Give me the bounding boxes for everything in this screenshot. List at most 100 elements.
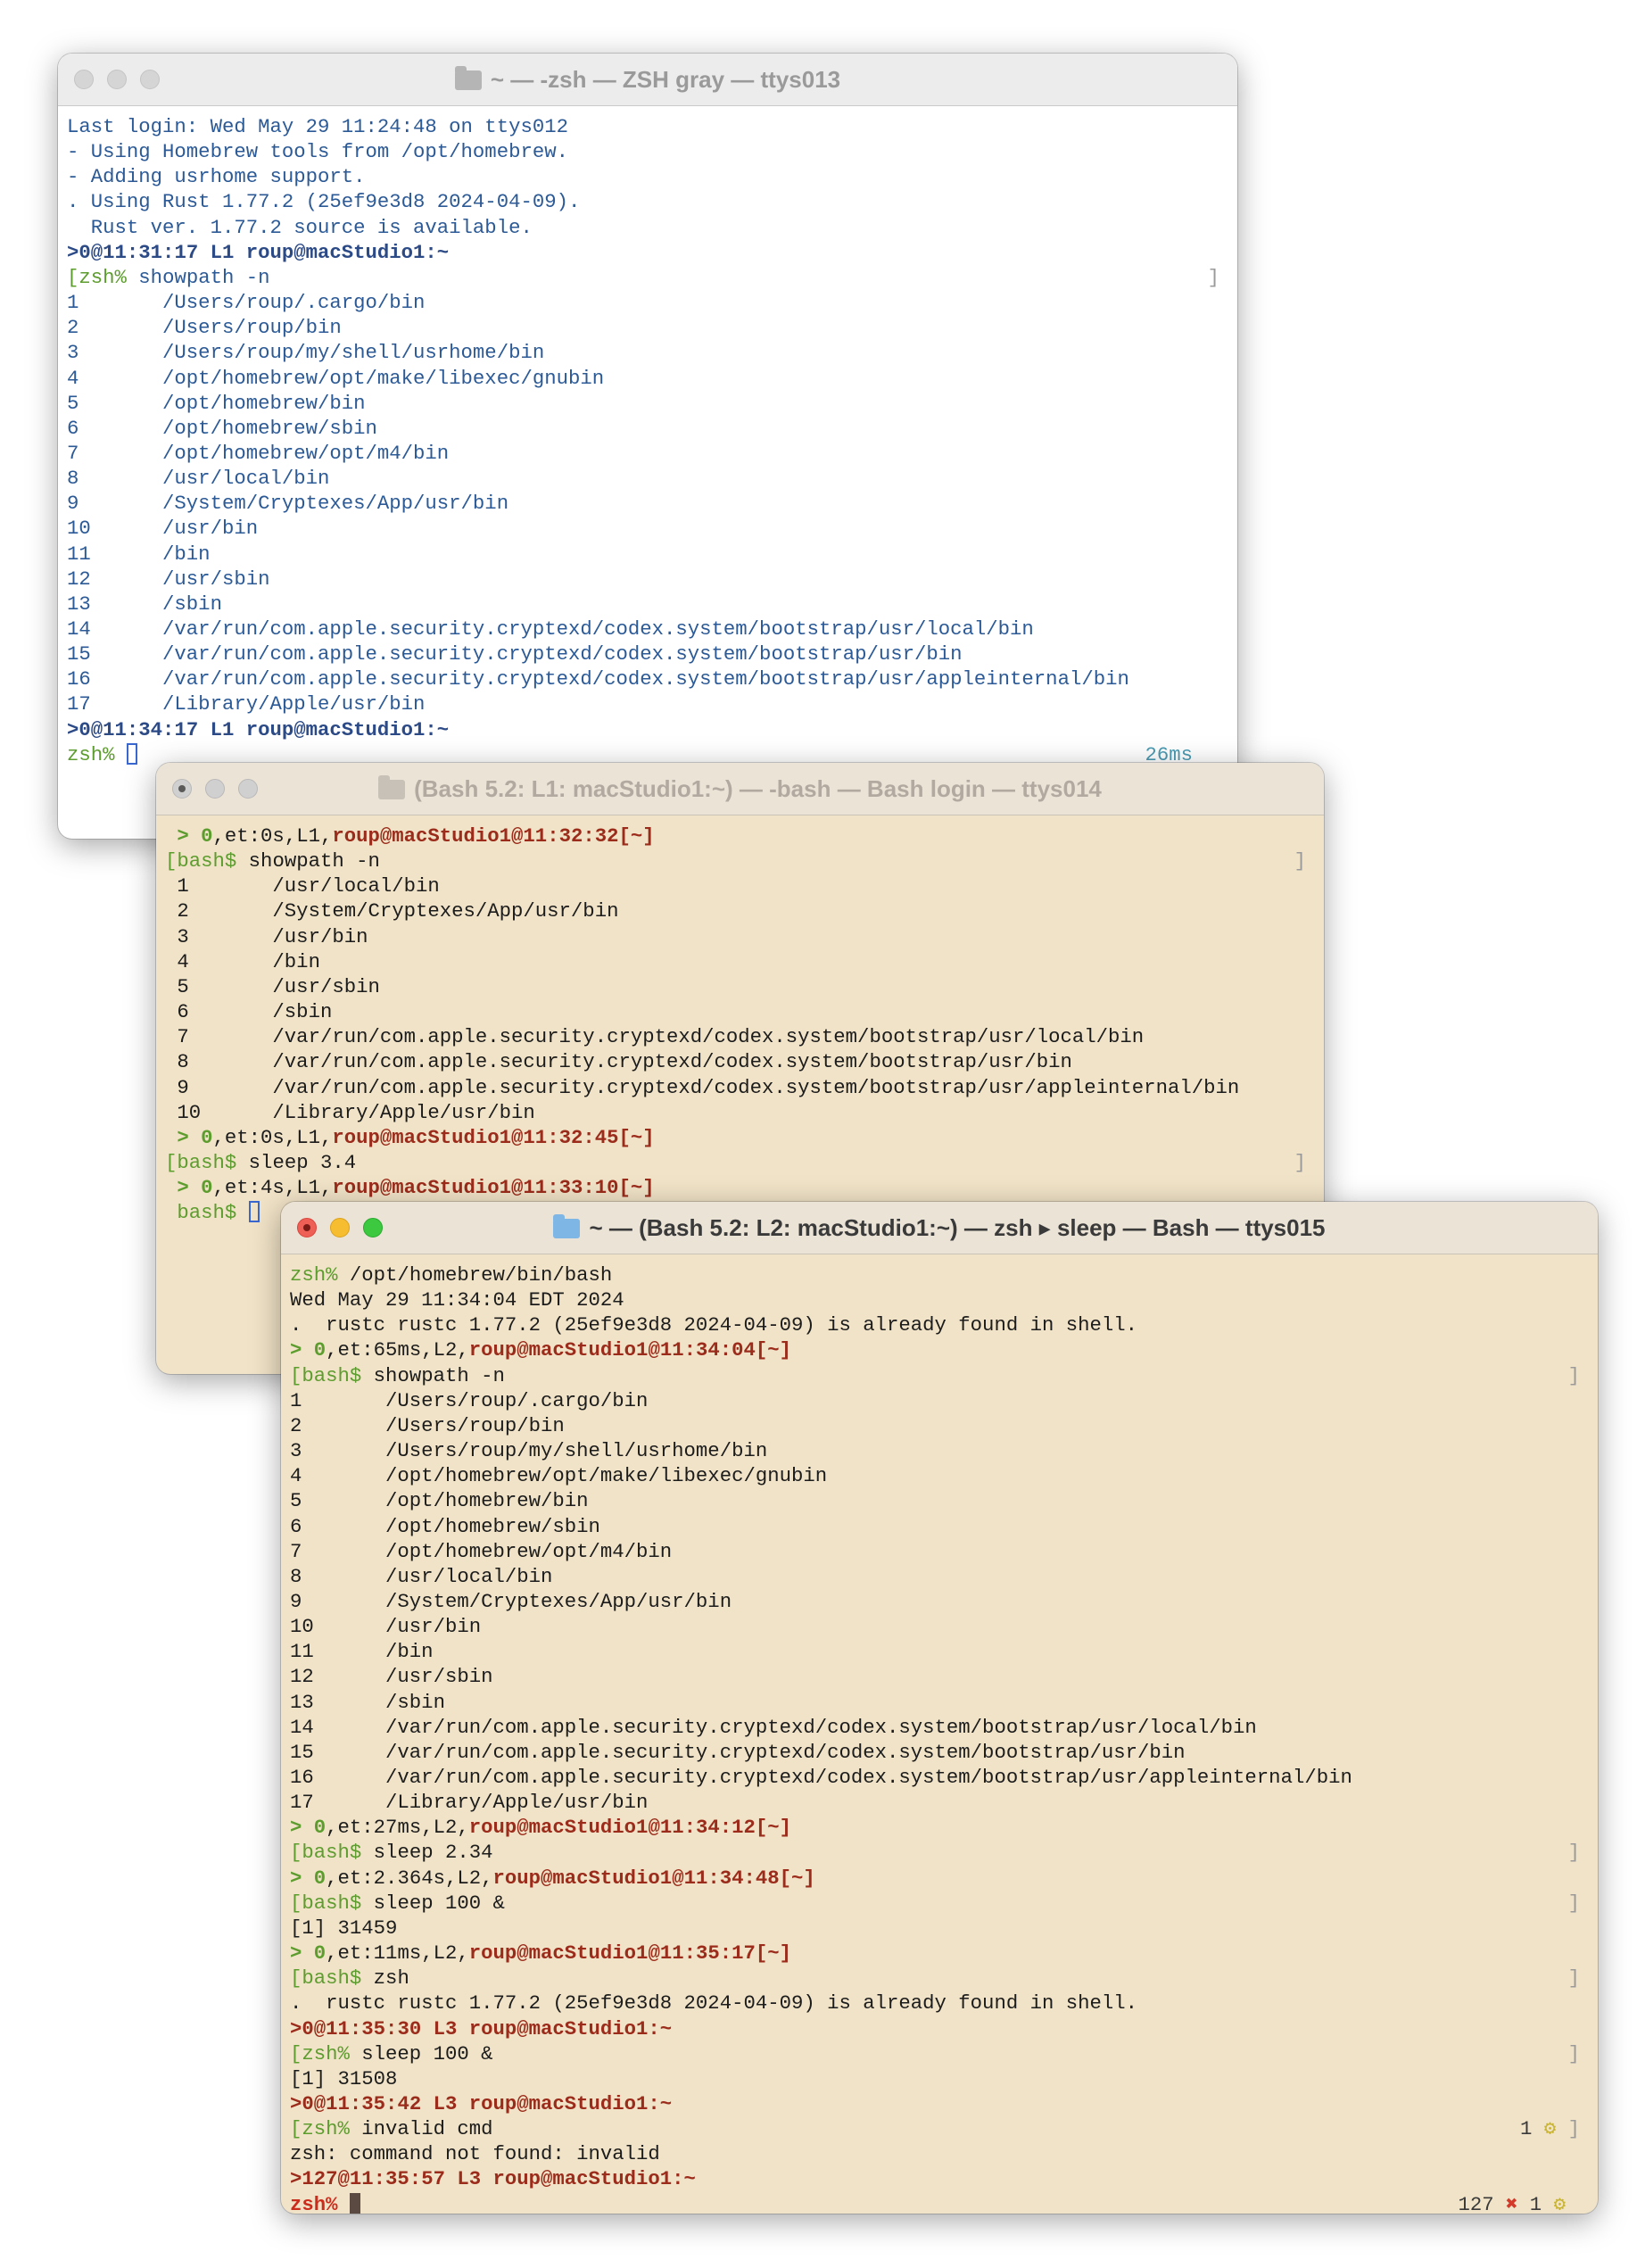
terminal-line: 2 /Users/roup/bin [290,1413,1589,1438]
terminal-text: ,et:27ms,L2, [326,1816,469,1840]
terminal-text: 11:35:42 L3 roup@macStudio1:~ [326,2091,673,2115]
terminal-line: 9 /System/Cryptexes/App/usr/bin [290,1589,1589,1614]
terminal-line: zsh: command not found: invalid [290,2141,1589,2166]
terminal-text: [bash$ [290,1841,362,1865]
terminal-text: ,et:2.364s,L2, [326,1866,493,1890]
terminal-text: invalid cmd [349,2117,493,2141]
terminal-line: . rustc rustc 1.77.2 (25ef9e3d8 2024-04-… [290,1312,1589,1337]
terminal-line: 10 /usr/bin [67,516,1228,541]
terminal-text: 5 /opt/homebrew/bin [67,391,366,415]
gear-icon: ⚙ [1553,2192,1566,2214]
terminal-text: zsh% [290,2192,338,2214]
terminal-text: Rust ver. 1.77.2 source is available. [67,215,533,239]
terminal-line: - Adding usrhome support. [67,164,1228,189]
window-title: ~ — (Bash 5.2: L2: macStudio1:~) — zsh ▸… [281,1202,1598,1254]
zsh-terminal-window[interactable]: ~ — -zsh — ZSH gray — ttys013 Last login… [58,54,1237,839]
terminal-text: 6 /sbin [165,1000,333,1024]
terminal-text: 8 /usr/local/bin [67,467,330,491]
terminal-text: roup@macStudio1@11:35:17[~] [468,1941,792,1966]
terminal-line: 10 /Library/Apple/usr/bin [165,1100,1315,1125]
terminal-line: Last login: Wed May 29 11:24:48 on ttys0… [67,114,1228,139]
terminal-text: 7 /var/run/com.apple.security.cryptexd/c… [165,1025,1145,1049]
terminal-line: 17 /Library/Apple/usr/bin [290,1790,1589,1815]
terminal-text: sleep 2.34 [361,1841,493,1865]
terminal-text: showpath -n [236,849,380,873]
terminal-line: 12 /usr/sbin [290,1664,1589,1689]
terminal-text: >0@ [67,717,103,741]
terminal-output[interactable]: Last login: Wed May 29 11:24:48 on ttys0… [58,105,1237,839]
terminal-line: 5 /usr/sbin [165,974,1315,999]
terminal-text: 13 /sbin [290,1690,445,1714]
terminal-line: [1] 31459 [290,1916,1589,1941]
terminal-line: . Using Rust 1.77.2 (25ef9e3d8 2024-04-0… [67,189,1228,214]
terminal-line: 14 /var/run/com.apple.security.cryptexd/… [290,1715,1589,1740]
terminal-text: 17 /Library/Apple/usr/bin [290,1791,649,1815]
terminal-text: 9 /System/Cryptexes/App/usr/bin [290,1589,732,1613]
terminal-line: 6 /opt/homebrew/sbin [290,1514,1589,1539]
terminal-line: > 0,et:0s,L1,roup@macStudio1@11:32:45[~] [165,1125,1315,1150]
terminal-line: [bash$ sleep 100 &] [290,1891,1589,1916]
terminal-text: showpath -n [126,265,270,289]
terminal-text: 8 /usr/local/bin [290,1564,553,1588]
terminal-text: 3 /usr/bin [165,924,368,948]
terminal-text: ,et:0s,L1, [212,824,333,848]
right-prompt: 1 ⚙ ] [1520,2117,1580,2141]
terminal-line: > 0,et:4s,L1,roup@macStudio1@11:33:10[~] [165,1175,1315,1200]
terminal-text: . rustc rustc 1.77.2 (25ef9e3d8 2024-04-… [290,1991,1138,2016]
window-titlebar[interactable]: ~ — (Bash 5.2: L2: macStudio1:~) — zsh ▸… [281,1202,1598,1254]
terminal-text: 1 /usr/local/bin [165,874,440,898]
terminal-line: 3 /Users/roup/my/shell/usrhome/bin [67,340,1228,365]
folder-icon [553,1214,581,1238]
terminal-text: > 0 [165,1176,213,1200]
terminal-text: 17 /Library/Apple/usr/bin [67,692,426,716]
gear-icon: ⚙ [1543,2117,1557,2141]
text-cursor [126,742,137,765]
terminal-text: bash$ [165,1201,237,1225]
terminal-text: - Using Homebrew tools from /opt/homebre… [67,140,568,164]
terminal-line: 8 /var/run/com.apple.security.cryptexd/c… [165,1049,1315,1074]
terminal-line: 3 /Users/roup/my/shell/usrhome/bin [290,1438,1589,1463]
terminal-line: > 0,et:11ms,L2,roup@macStudio1@11:35:17[… [290,1941,1589,1966]
terminal-text: 10 /usr/bin [67,517,259,541]
terminal-line: 5 /opt/homebrew/bin [290,1488,1589,1513]
terminal-text: [bash$ [165,1150,237,1174]
terminal-text: 16 /var/run/com.apple.security.cryptexd/… [67,667,1129,691]
window-title-text: ~ — (Bash 5.2: L2: macStudio1:~) — zsh ▸… [589,1214,1326,1241]
window-titlebar[interactable]: ~ — -zsh — ZSH gray — ttys013 [58,54,1237,106]
terminal-line: > 0,et:2.364s,L2,roup@macStudio1@11:34:4… [290,1866,1589,1891]
terminal-line: 16 /var/run/com.apple.security.cryptexd/… [290,1765,1589,1790]
terminal-text: 12 /usr/sbin [290,1665,493,1689]
terminal-line: 4 /bin [165,949,1315,974]
terminal-line: 6 /sbin [165,999,1315,1024]
terminal-line: 17 /Library/Apple/usr/bin [67,691,1228,716]
terminal-line: > 0,et:65ms,L2,roup@macStudio1@11:34:04[… [290,1337,1589,1362]
terminal-line: . rustc rustc 1.77.2 (25ef9e3d8 2024-04-… [290,1991,1589,2016]
terminal-line: 1 /Users/roup/.cargo/bin [290,1388,1589,1413]
terminal-line: >0@11:35:30 L3 roup@macStudio1:~ [290,2016,1589,2041]
terminal-text: showpath -n [361,1363,505,1387]
terminal-text: 1 /Users/roup/.cargo/bin [290,1388,649,1412]
terminal-text: . Using Rust 1.77.2 (25ef9e3d8 2024-04-0… [67,190,581,214]
terminal-text: 3 /Users/roup/my/shell/usrhome/bin [67,341,545,365]
terminal-line: zsh% 127 ✖ 1 ⚙ [290,2192,1589,2214]
terminal-text: [bash$ [165,849,237,873]
window-titlebar[interactable]: (Bash 5.2: L1: macStudio1:~) — -bash — B… [156,763,1324,815]
terminal-text: zsh [361,1966,409,1991]
terminal-output[interactable]: zsh% /opt/homebrew/bin/bash Wed May 29 11… [281,1254,1598,2214]
text-cursor [349,2192,360,2214]
terminal-text: 2 /Users/roup/bin [67,316,342,340]
terminal-text: > 0 [165,824,213,848]
folder-icon [378,775,406,799]
terminal-text: 1 /Users/roup/.cargo/bin [67,291,426,315]
terminal-text: [zsh% [290,2041,350,2065]
terminal-line: 15 /var/run/com.apple.security.cryptexd/… [290,1740,1589,1765]
terminal-text: 7 /opt/homebrew/opt/m4/bin [67,441,450,465]
terminal-line: [1] 31508 [290,2066,1589,2091]
terminal-line: - Using Homebrew tools from /opt/homebre… [67,139,1228,164]
terminal-text: - Adding usrhome support. [67,165,366,189]
bash-terminal-window[interactable]: ~ — (Bash 5.2: L2: macStudio1:~) — zsh ▸… [281,1202,1598,2214]
terminal-text: 5 /usr/sbin [165,974,380,998]
